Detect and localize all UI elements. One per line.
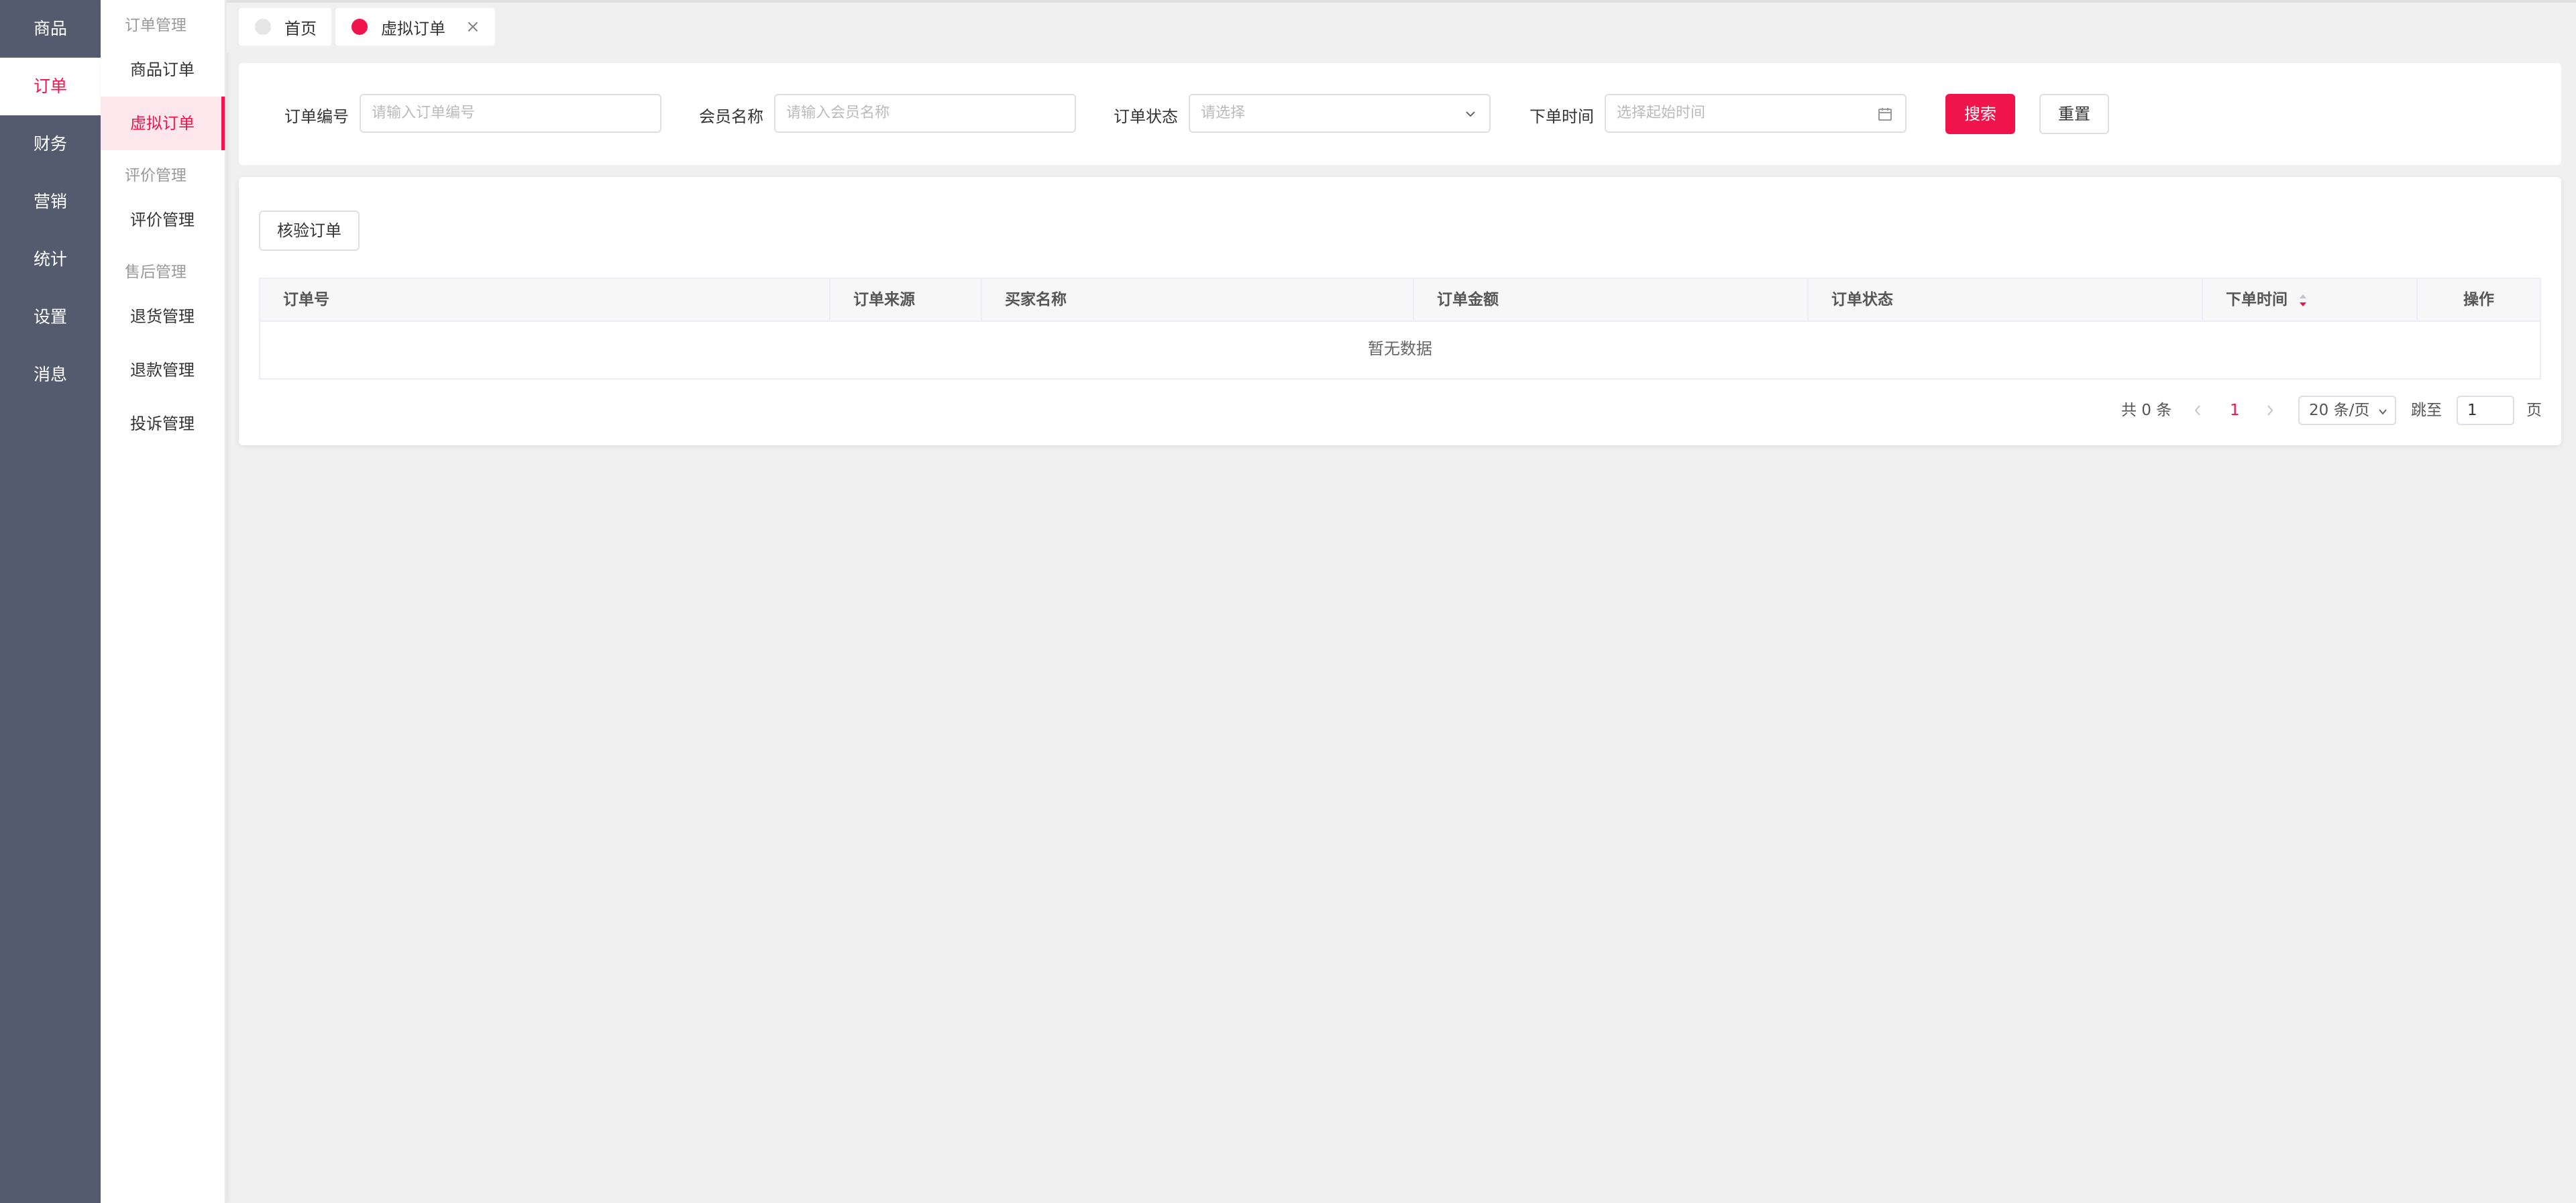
group-review-management: 评价管理 bbox=[125, 167, 186, 184]
nav-statistics[interactable]: 统计 bbox=[0, 231, 101, 288]
order-time-label: 下单时间 bbox=[1529, 107, 1594, 126]
nav-settings[interactable]: 设置 bbox=[0, 288, 101, 346]
column-order-no: 订单号 bbox=[260, 279, 830, 321]
column-buyer-name: 买家名称 bbox=[982, 279, 1414, 321]
column-order-time-label: 下单时间 bbox=[2226, 291, 2288, 308]
tab-virtual-order[interactable]: 虚拟订单 × bbox=[335, 8, 495, 46]
order-no-input[interactable]: 请输入订单编号 bbox=[360, 94, 661, 133]
page-size-select[interactable]: 20 条/页 bbox=[2298, 396, 2396, 425]
column-order-source: 订单来源 bbox=[830, 279, 982, 321]
member-name-label: 会员名称 bbox=[699, 107, 763, 126]
order-time-placeholder: 选择起始时间 bbox=[1617, 105, 1706, 121]
member-name-input[interactable]: 请输入会员名称 bbox=[774, 94, 1076, 133]
column-order-status: 订单状态 bbox=[1809, 279, 2203, 321]
nav-orders[interactable]: 订单 bbox=[0, 58, 101, 115]
page-size-value: 20 条/页 bbox=[2309, 402, 2370, 419]
secondary-nav: 订单管理 商品订单 虚拟订单 评价管理 评价管理 售后管理 退货管理 退款管理 … bbox=[101, 0, 227, 1203]
reset-button[interactable]: 重置 bbox=[2039, 94, 2109, 134]
sidebar-item-goods-order[interactable]: 商品订单 bbox=[101, 43, 225, 97]
nav-finance[interactable]: 财务 bbox=[0, 115, 101, 173]
order-table: 订单号 订单来源 买家名称 订单金额 订单状态 下单时间 操作 暂无数据 bbox=[259, 278, 2541, 559]
sidebar-item-virtual-order[interactable]: 虚拟订单 bbox=[101, 97, 225, 150]
chevron-down-icon bbox=[2379, 409, 2387, 415]
sidebar-item-refund-management[interactable]: 退款管理 bbox=[101, 343, 225, 397]
sidebar-item-review-management[interactable]: 评价管理 bbox=[101, 193, 225, 247]
order-time-picker[interactable]: 选择起始时间 bbox=[1605, 94, 1907, 133]
table-body: 暂无数据 bbox=[259, 321, 2541, 380]
tab-home[interactable]: 首页 bbox=[239, 8, 331, 46]
column-actions: 操作 bbox=[2463, 291, 2494, 308]
chevron-left-icon[interactable] bbox=[2192, 404, 2203, 417]
sidebar-item-complaint-management[interactable]: 投诉管理 bbox=[101, 397, 225, 451]
close-icon[interactable]: × bbox=[466, 17, 480, 37]
chevron-down-icon bbox=[1466, 111, 1475, 117]
nav-goods[interactable]: 商品 bbox=[0, 0, 101, 58]
group-order-management: 订单管理 bbox=[125, 17, 186, 34]
nav-marketing[interactable]: 营销 bbox=[0, 173, 101, 231]
tab-label: 首页 bbox=[284, 19, 317, 38]
sort-icon[interactable] bbox=[2298, 293, 2308, 308]
pagination-current-page[interactable]: 1 bbox=[2230, 395, 2240, 426]
order-status-label: 订单状态 bbox=[1114, 107, 1178, 126]
column-order-time[interactable]: 下单时间 bbox=[2203, 279, 2418, 321]
tab-label: 虚拟订单 bbox=[381, 19, 445, 38]
empty-state-text: 暂无数据 bbox=[1368, 339, 1432, 358]
goto-label: 跳至 bbox=[2411, 402, 2442, 419]
order-status-placeholder: 请选择 bbox=[1201, 105, 1246, 121]
verify-order-button[interactable]: 核验订单 bbox=[259, 211, 360, 251]
order-table-card: 核验订单 订单号 订单来源 买家名称 订单金额 订单状态 下单时间 操作 暂无数… bbox=[239, 177, 2561, 445]
search-form: 订单编号 请输入订单编号 会员名称 请输入会员名称 订单状态 请选择 下单时间 … bbox=[239, 63, 2561, 165]
tab-active-dot-icon bbox=[352, 19, 368, 35]
table-header: 订单号 订单来源 买家名称 订单金额 订单状态 下单时间 操作 bbox=[259, 278, 2541, 322]
tab-status-dot-icon bbox=[255, 19, 271, 35]
chevron-right-icon[interactable] bbox=[2265, 404, 2275, 417]
nav-messages[interactable]: 消息 bbox=[0, 346, 101, 404]
order-no-label: 订单编号 bbox=[284, 107, 349, 126]
primary-nav: 商品 订单 财务 营销 统计 设置 消息 bbox=[0, 0, 101, 1203]
goto-page-input[interactable]: 1 bbox=[2457, 396, 2514, 425]
sidebar-item-return-management[interactable]: 退货管理 bbox=[101, 290, 225, 343]
goto-page-unit: 页 bbox=[2526, 402, 2542, 419]
pagination-total: 共 0 条 bbox=[2121, 402, 2172, 419]
tab-bar: 首页 虚拟订单 × bbox=[227, 0, 2576, 52]
order-status-select[interactable]: 请选择 bbox=[1189, 94, 1491, 133]
calendar-icon bbox=[1878, 108, 1892, 121]
column-order-amount: 订单金额 bbox=[1414, 279, 1809, 321]
search-button[interactable]: 搜索 bbox=[1945, 94, 2015, 134]
group-aftersale-management: 售后管理 bbox=[125, 264, 186, 281]
